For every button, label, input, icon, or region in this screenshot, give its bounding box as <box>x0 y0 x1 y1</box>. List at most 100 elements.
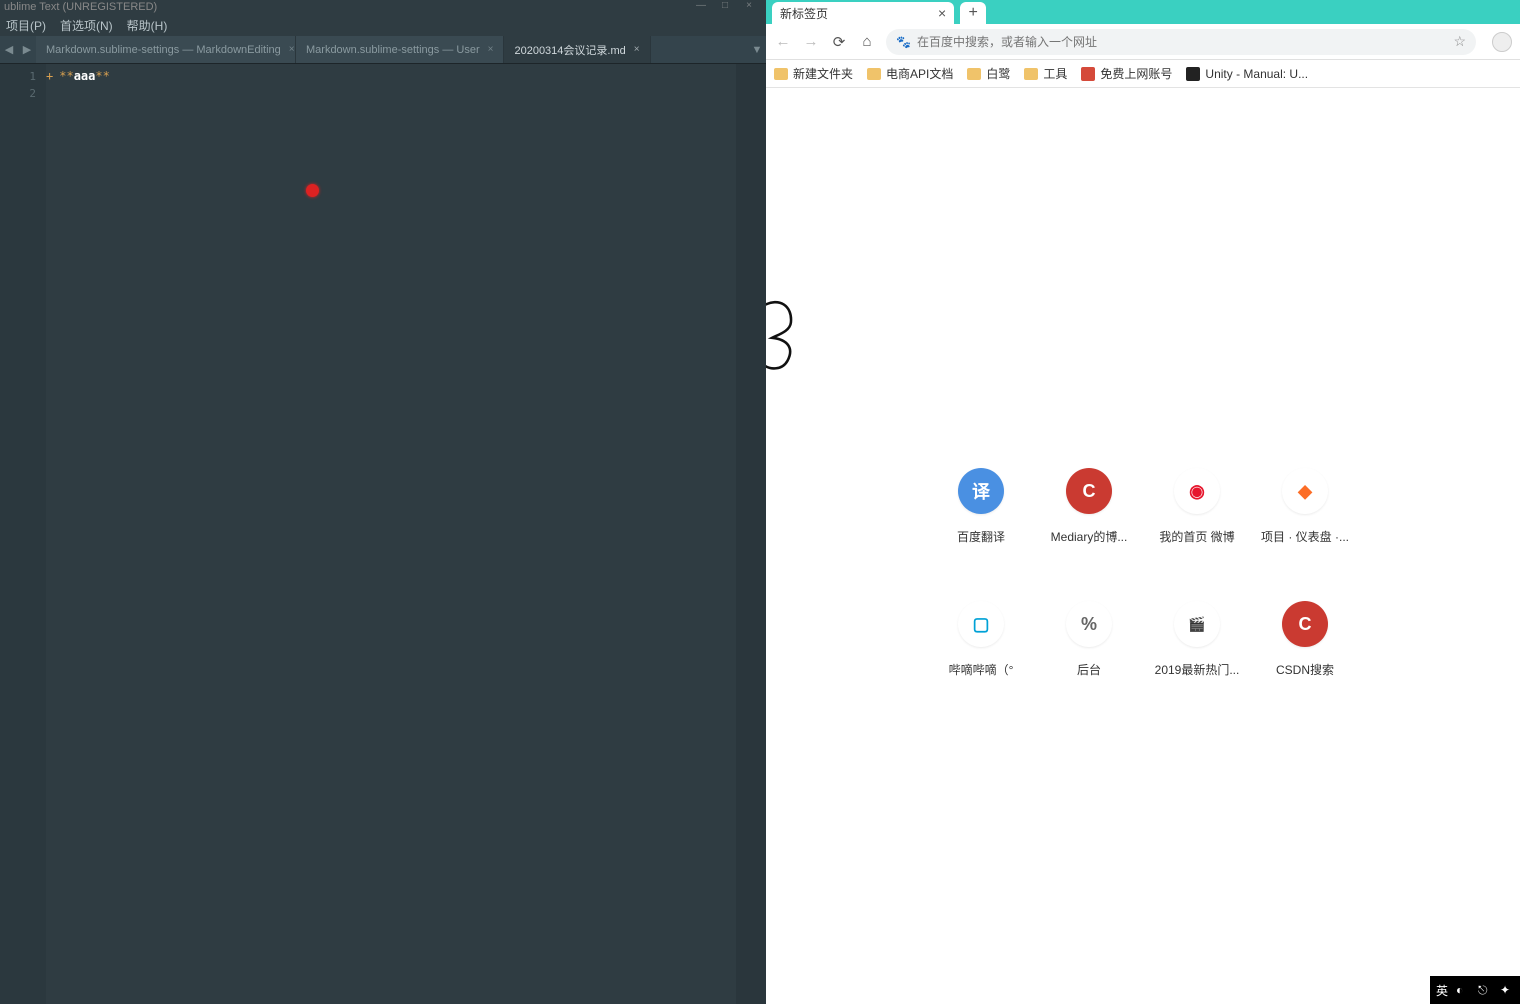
editor-body: 1 2 + ** aaa ** <box>0 64 766 1004</box>
plus-icon: + <box>969 4 978 22</box>
tab-close-icon[interactable]: × <box>488 44 494 55</box>
folder-icon <box>967 68 981 80</box>
title-text: ublime Text (UNREGISTERED) <box>4 1 157 13</box>
reload-icon[interactable]: ⟳ <box>830 33 848 51</box>
md-bold: aaa <box>74 68 96 85</box>
editor-tab-2[interactable]: 20200314会议记录.md × <box>504 36 650 63</box>
close-button[interactable]: × <box>742 0 756 14</box>
line-number: 1 <box>0 68 36 85</box>
new-tab-button[interactable]: + <box>960 2 986 24</box>
menu-project[interactable]: 项目(P) <box>6 17 46 34</box>
tile-icon: ▢ <box>958 601 1004 647</box>
tile-label: 2019最新热门... <box>1155 661 1240 678</box>
profile-avatar[interactable] <box>1492 32 1512 52</box>
tile-label: 我的首页 微博 <box>1159 528 1234 545</box>
bookmark-link[interactable]: 免费上网账号 <box>1081 65 1172 82</box>
menu-bar: 项目(P) 首选项(N) 帮助(H) <box>0 14 766 36</box>
tile-icon: 译 <box>958 468 1004 514</box>
tile-label: 百度翻译 <box>957 528 1005 545</box>
tray-icon[interactable]: ⎋ <box>1478 983 1492 997</box>
bookmark-label: Unity - Manual: U... <box>1205 67 1308 81</box>
speed-dial: 译 百度翻译 C Mediary的博... ◉ 我的首页 微博 ◆ 项目 · 仪… <box>930 468 1356 678</box>
bookmark-label: 电商API文档 <box>886 65 953 82</box>
tab-title: 新标签页 <box>780 5 828 22</box>
taskbar-tray: 英 ◐ ⎋ ✦ <box>1430 976 1520 1004</box>
tile-label: 后台 <box>1077 661 1101 678</box>
tile-label: Mediary的博... <box>1051 528 1128 545</box>
menu-help[interactable]: 帮助(H) <box>127 17 168 34</box>
editor-tab-1[interactable]: Markdown.sublime-settings — User × <box>296 36 504 63</box>
folder-icon <box>1024 68 1038 80</box>
bookmark-folder[interactable]: 电商API文档 <box>867 65 953 82</box>
ime-indicator[interactable]: 英 <box>1436 982 1448 999</box>
back-icon[interactable]: ← <box>774 33 792 50</box>
baidu-paw-icon: 🐾 <box>896 35 911 49</box>
tile-icon: C <box>1066 468 1112 514</box>
md-ast: ** <box>59 68 73 85</box>
md-ast: ** <box>95 68 109 85</box>
editor-pane[interactable]: + ** aaa ** <box>46 64 736 1004</box>
bookmark-label: 白鹭 <box>986 65 1010 82</box>
tab-label: Markdown.sublime-settings — User <box>306 44 480 56</box>
tile-icon: ◉ <box>1174 468 1220 514</box>
tile-label: 哔嘀哔嘀（° <box>949 661 1014 678</box>
tab-close-icon[interactable]: × <box>938 5 946 21</box>
folder-icon <box>774 68 788 80</box>
bookmark-label: 工具 <box>1043 65 1067 82</box>
mouse-indicator <box>306 184 319 197</box>
nav-bar: ← → ⟳ ⌂ 🐾 ☆ <box>766 24 1520 60</box>
editor-line-1: + ** aaa ** <box>46 68 736 85</box>
tile-csdn-search[interactable]: C CSDN搜索 <box>1254 601 1356 678</box>
tile-backend[interactable]: % 后台 <box>1038 601 1140 678</box>
background-doodle <box>766 288 796 408</box>
folder-icon <box>867 68 881 80</box>
sublime-window: ublime Text (UNREGISTERED) — □ × 项目(P) 首… <box>0 0 766 1004</box>
forward-icon[interactable]: → <box>802 33 820 50</box>
bookmark-label: 免费上网账号 <box>1100 65 1172 82</box>
tab-label: 20200314会议记录.md <box>514 42 625 58</box>
tile-icon: C <box>1282 601 1328 647</box>
tab-label: Markdown.sublime-settings — MarkdownEdit… <box>46 44 281 56</box>
page-content: 译 百度翻译 C Mediary的博... ◉ 我的首页 微博 ◆ 项目 · 仪… <box>766 88 1520 1004</box>
line-number: 2 <box>0 85 36 102</box>
maximize-button[interactable]: □ <box>718 0 732 14</box>
tile-weibo[interactable]: ◉ 我的首页 微博 <box>1146 468 1248 545</box>
md-bullet: + <box>46 68 53 85</box>
editor-tabs: ◀ ▶ Markdown.sublime-settings — Markdown… <box>0 36 766 64</box>
minimize-button[interactable]: — <box>694 0 708 14</box>
site-icon <box>1081 67 1095 81</box>
tab-close-icon[interactable]: × <box>634 44 640 55</box>
tab-menu-icon[interactable]: ▼ <box>748 36 766 63</box>
tile-icon: 🎬 <box>1174 601 1220 647</box>
tile-bili[interactable]: ▢ 哔嘀哔嘀（° <box>930 601 1032 678</box>
bookmark-label: 新建文件夹 <box>793 65 853 82</box>
tray-icon[interactable]: ◐ <box>1456 983 1470 997</box>
bookmark-link[interactable]: Unity - Manual: U... <box>1186 67 1308 81</box>
tray-icon[interactable]: ✦ <box>1500 983 1514 997</box>
bookmark-star-icon[interactable]: ☆ <box>1453 33 1466 50</box>
menu-prefs[interactable]: 首选项(N) <box>60 17 113 34</box>
editor-tab-0[interactable]: Markdown.sublime-settings — MarkdownEdit… <box>36 36 296 63</box>
tile-label: CSDN搜索 <box>1276 661 1334 678</box>
tab-close-icon[interactable]: × <box>289 44 295 55</box>
bookmark-folder[interactable]: 工具 <box>1024 65 1067 82</box>
browser-window: 新标签页 × + ← → ⟳ ⌂ 🐾 ☆ 新建文件夹 电商API文档 白鹭 <box>766 0 1520 1004</box>
home-icon[interactable]: ⌂ <box>858 33 876 50</box>
line-gutter: 1 2 <box>0 64 46 1004</box>
tile-csdn[interactable]: C Mediary的博... <box>1038 468 1140 545</box>
address-bar[interactable]: 🐾 ☆ <box>886 29 1476 55</box>
bookmark-folder[interactable]: 白鹭 <box>967 65 1010 82</box>
browser-tabstrip: 新标签页 × + <box>766 0 1520 24</box>
minimap[interactable] <box>736 64 766 1004</box>
tile-label: 项目 · 仪表盘 ·... <box>1261 528 1349 545</box>
tab-prev-icon[interactable]: ◀ <box>0 36 18 63</box>
tile-hot2019[interactable]: 🎬 2019最新热门... <box>1146 601 1248 678</box>
tile-icon: ◆ <box>1282 468 1328 514</box>
tile-gitlab[interactable]: ◆ 项目 · 仪表盘 ·... <box>1254 468 1356 545</box>
tile-baidu[interactable]: 译 百度翻译 <box>930 468 1032 545</box>
bookmark-folder[interactable]: 新建文件夹 <box>774 65 853 82</box>
address-input[interactable] <box>917 35 1447 49</box>
sublime-title: ublime Text (UNREGISTERED) — □ × <box>0 0 766 14</box>
tab-next-icon[interactable]: ▶ <box>18 36 36 63</box>
browser-tab[interactable]: 新标签页 × <box>772 2 954 24</box>
